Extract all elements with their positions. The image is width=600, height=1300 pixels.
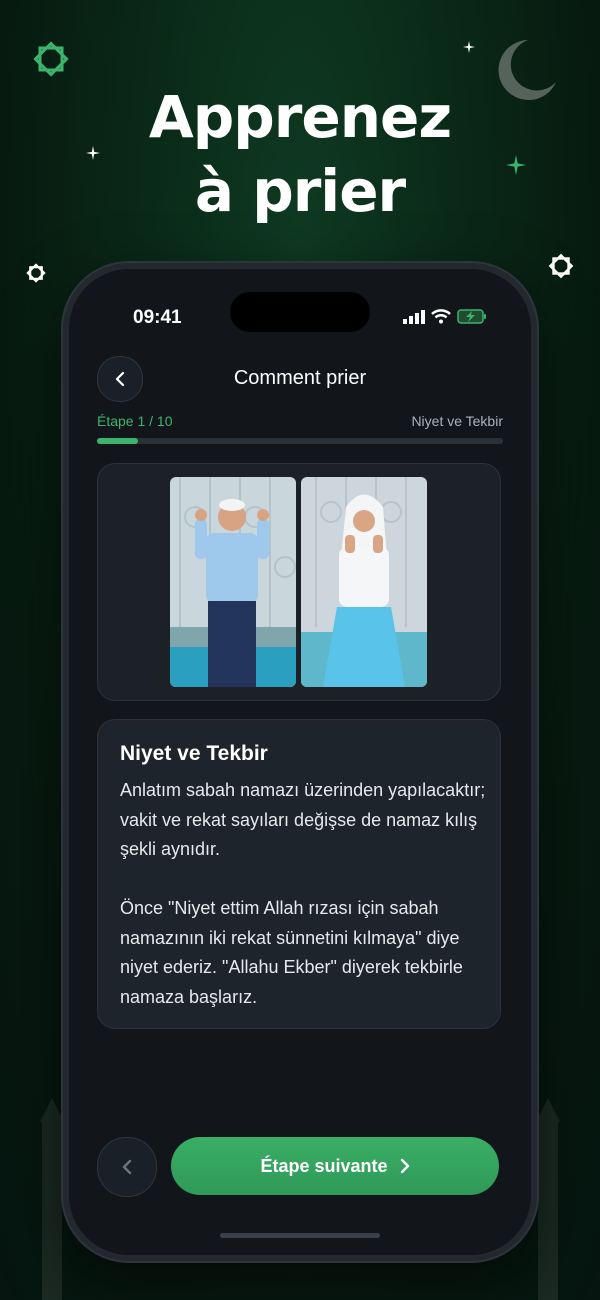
app-screen: 09:41 Comment prier Étape 1 / 10 Niyet v…	[69, 269, 531, 1255]
minaret-tip-right	[536, 1098, 560, 1122]
star-of-eight-icon	[548, 253, 574, 279]
status-icons	[403, 309, 487, 324]
promo-headline-line1: Apprenez	[148, 83, 452, 151]
instruction-paragraph: Önce "Niyet ettim Allah rızası için saba…	[120, 898, 463, 1007]
minaret-left	[42, 1120, 62, 1300]
instruction-paragraph: Anlatım sabah namazı üzerinden yapılacak…	[120, 780, 486, 859]
instruction-card: Niyet ve Tekbir Anlatım sabah namazı üze…	[97, 719, 501, 1029]
home-indicator	[220, 1233, 380, 1238]
chevron-left-icon	[122, 1159, 132, 1175]
sparkle-icon	[86, 146, 100, 160]
step-name: Niyet ve Tekbir	[411, 413, 503, 429]
minaret-right	[538, 1120, 558, 1300]
progress-fill	[97, 438, 138, 444]
dynamic-island	[230, 292, 370, 332]
promo-headline-line2: à prier	[194, 157, 406, 225]
minaret-tip-left	[40, 1098, 64, 1122]
signal-icon	[403, 309, 425, 324]
progress-bar	[97, 438, 503, 444]
star-of-eight-icon	[33, 41, 69, 77]
chevron-right-icon	[400, 1158, 409, 1174]
instruction-title: Niyet ve Tekbir	[120, 742, 268, 765]
battery-charging-icon	[457, 309, 486, 324]
illustration-card	[97, 463, 501, 701]
previous-step-button[interactable]	[97, 1137, 157, 1197]
step-counter: Étape 1 / 10	[97, 413, 173, 429]
star-of-eight-icon	[26, 263, 46, 283]
page-title: Comment prier	[233, 367, 367, 389]
status-time: 09:41	[133, 307, 182, 328]
next-step-label: Étape suivante	[260, 1155, 388, 1176]
photo-girl-praying	[301, 477, 427, 687]
next-step-button[interactable]: Étape suivante	[171, 1137, 499, 1195]
phone-frame: 09:41 Comment prier Étape 1 / 10 Niyet v…	[63, 263, 537, 1261]
sparkle-icon	[463, 41, 475, 53]
wifi-icon	[431, 309, 451, 324]
photo-boy-praying	[170, 477, 296, 687]
